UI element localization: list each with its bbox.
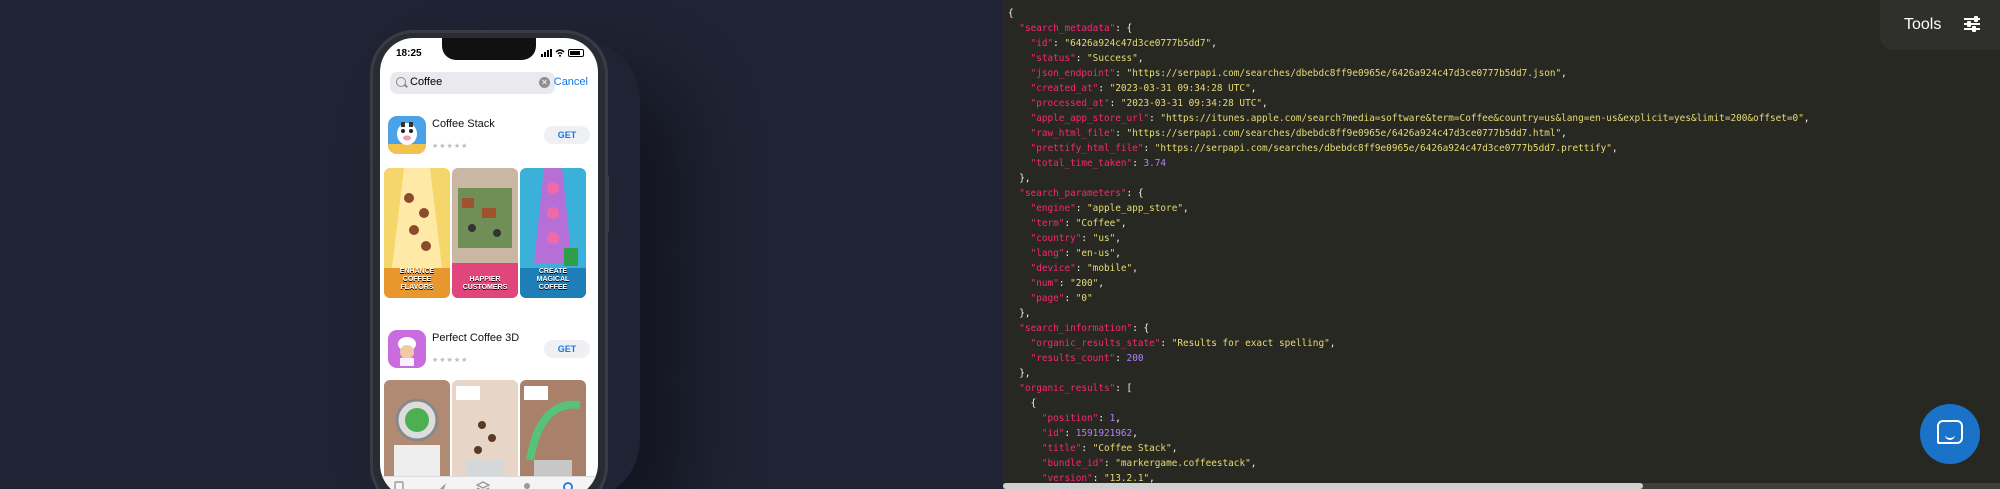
rating-stars: ★★★★★ — [432, 143, 469, 150]
json-line: { — [1008, 398, 1037, 409]
status-time: 18:25 — [396, 48, 422, 59]
app-store-tab-bar — [380, 476, 598, 489]
search-icon — [396, 77, 406, 87]
tools-label: Tools — [1904, 16, 1942, 33]
chat-support-button[interactable] — [1920, 404, 1980, 464]
tools-button[interactable]: Tools — [1880, 0, 2000, 50]
json-line: "raw_html_file": "https://serpapi.com/se… — [1030, 128, 1567, 139]
json-line: "id": "6426a924c47d3ce0777b5dd7", — [1030, 38, 1217, 49]
horizontal-scrollbar[interactable] — [1003, 483, 2000, 489]
today-tab-icon[interactable] — [392, 481, 406, 489]
json-line: "status": "Success", — [1030, 53, 1144, 64]
json-line: "num": "200", — [1030, 278, 1104, 289]
apps-tab-icon[interactable] — [476, 481, 490, 489]
search-tab-icon[interactable] — [562, 481, 576, 489]
screenshot-caption: HAPPIER CUSTOMERS — [462, 276, 508, 291]
status-icons — [541, 49, 584, 57]
app-screenshot[interactable] — [452, 380, 518, 489]
games-tab-icon[interactable] — [434, 481, 448, 489]
app-screenshots-2 — [384, 380, 594, 489]
json-line: "created_at": "2023-03-31 09:34:28 UTC", — [1030, 83, 1257, 94]
wifi-icon — [555, 49, 565, 57]
json-line: "page": "0" — [1030, 293, 1093, 304]
app-screenshot[interactable]: HAPPIER CUSTOMERS — [452, 168, 518, 298]
json-line: "bundle_id": "markergame.coffeestack", — [1041, 458, 1257, 469]
json-line: "prettify_html_file": "https://serpapi.c… — [1030, 143, 1618, 154]
sliders-icon — [1964, 16, 1980, 32]
json-line: "title": "Coffee Stack", — [1041, 443, 1178, 454]
app-screenshot[interactable]: ENHANCE COFFEE FLAVORS — [384, 168, 450, 298]
json-line: "position": 1, — [1041, 413, 1121, 424]
cancel-button[interactable]: Cancel — [554, 76, 588, 88]
signal-icon — [541, 49, 552, 57]
json-code: { "search_metadata": { "id": "6426a924c4… — [1008, 6, 1810, 486]
json-line: "organic_results_state": "Results for ex… — [1030, 338, 1336, 349]
json-line: { — [1008, 8, 1014, 19]
app-result-perfect-coffee-3d[interactable]: Perfect Coffee 3D ★★★★★ GET — [388, 330, 590, 370]
json-line: "organic_results": [ — [1019, 383, 1133, 394]
status-bar: 18:25 — [396, 48, 584, 60]
clear-icon[interactable]: ✕ — [539, 77, 550, 88]
json-line: "processed_at": "2023-03-31 09:34:28 UTC… — [1030, 98, 1268, 109]
json-line: "engine": "apple_app_store", — [1030, 203, 1189, 214]
json-viewer: { "search_metadata": { "id": "6426a924c4… — [1003, 0, 2000, 489]
arcade-tab-icon[interactable] — [520, 481, 534, 489]
get-button[interactable]: GET — [544, 126, 590, 144]
app-screenshots: ENHANCE COFFEE FLAVORS HAPPIER CUSTOMERS — [384, 168, 594, 298]
coffee-stack-app-icon — [388, 116, 426, 154]
perfect-coffee-app-icon — [388, 330, 426, 368]
json-line: }, — [1008, 308, 1031, 319]
json-line: "apple_app_store_url": "https://itunes.a… — [1030, 113, 1810, 124]
json-line: "search_metadata": { — [1019, 23, 1133, 34]
json-line: "term": "Coffee", — [1030, 218, 1127, 229]
json-line: "country": "us", — [1030, 233, 1121, 244]
json-line: "json_endpoint": "https://serpapi.com/se… — [1030, 68, 1567, 79]
chat-icon — [1937, 420, 1963, 444]
json-line: }, — [1008, 368, 1031, 379]
preview-stage: 18:25 Coffee ✕ Cancel Coffee Stack ★★★★★… — [0, 0, 1003, 489]
phone-side-button — [605, 175, 609, 233]
app-name: Coffee Stack — [432, 118, 495, 130]
battery-icon — [568, 49, 584, 57]
phone-screen: 18:25 Coffee ✕ Cancel Coffee Stack ★★★★★… — [380, 38, 598, 489]
json-line: "results_count": 200 — [1030, 353, 1144, 364]
json-line: "lang": "en-us", — [1030, 248, 1121, 259]
scrollbar-thumb[interactable] — [1003, 483, 1643, 489]
screenshot-caption: ENHANCE COFFEE FLAVORS — [399, 268, 435, 291]
json-line: }, — [1008, 173, 1031, 184]
app-screenshot[interactable]: CREATE MAGICAL COFFEE — [520, 168, 586, 298]
rating-stars: ★★★★★ — [432, 357, 469, 364]
search-input-value: Coffee — [410, 76, 443, 88]
search-row: Coffee ✕ Cancel — [390, 72, 588, 94]
app-result-coffee-stack[interactable]: Coffee Stack ★★★★★ GET — [388, 116, 590, 156]
json-line: "search_parameters": { — [1019, 188, 1144, 199]
app-name: Perfect Coffee 3D — [432, 332, 520, 344]
screenshot-caption: CREATE MAGICAL COFFEE — [536, 268, 570, 291]
app-screenshot[interactable] — [384, 380, 450, 489]
json-line: "device": "mobile", — [1030, 263, 1138, 274]
search-input[interactable]: Coffee ✕ — [390, 72, 555, 94]
json-line: "id": 1591921962, — [1041, 428, 1138, 439]
get-button[interactable]: GET — [544, 340, 590, 358]
app-screenshot[interactable] — [520, 380, 586, 489]
json-line: "search_information": { — [1019, 323, 1150, 334]
json-line: "total_time_taken": 3.74 — [1030, 158, 1167, 169]
